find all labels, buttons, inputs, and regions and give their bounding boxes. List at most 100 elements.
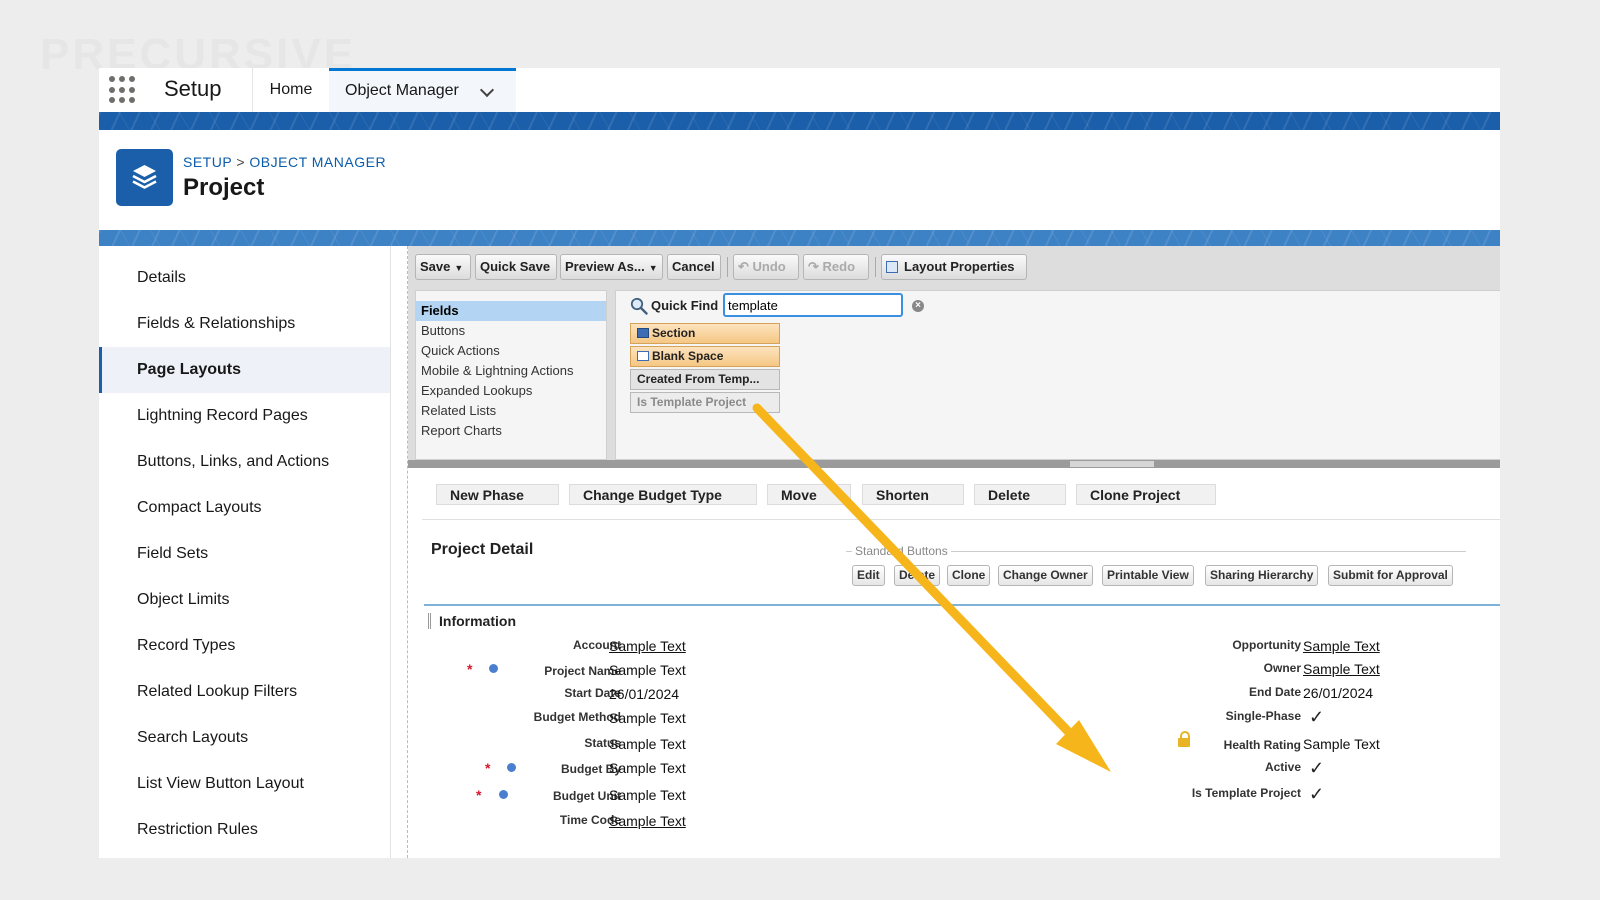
breadcrumb-object-manager[interactable]: OBJECT MANAGER (249, 154, 386, 170)
quick-find-input[interactable] (723, 293, 903, 317)
palette-category-report-charts[interactable]: Report Charts (416, 421, 606, 441)
custom-button-clone-project[interactable]: Clone Project (1076, 484, 1216, 505)
tab-object-manager[interactable]: Object Manager (329, 68, 516, 112)
field-value-budget-method[interactable]: Sample Text (609, 710, 686, 726)
clear-search-icon[interactable]: × (912, 300, 924, 312)
field-value-start-date[interactable]: 26/01/2024 (609, 686, 679, 702)
quick-save-button[interactable]: Quick Save (475, 254, 557, 280)
standard-button-edit[interactable]: Edit (852, 565, 885, 586)
page-layout-editor: Save ▼ Quick Save Preview As... ▼ Cancel ↶… (407, 246, 1500, 858)
palette-tile-section[interactable]: Section (630, 323, 780, 344)
custom-button-move[interactable]: Move (767, 484, 851, 505)
sidebar-item-fields-relationships[interactable]: Fields & Relationships (99, 301, 390, 347)
sidebar-item-details[interactable]: Details (99, 255, 390, 301)
custom-button-change-budget-type[interactable]: Change Budget Type (569, 484, 757, 505)
field-value-opportunity[interactable]: Sample Text (1303, 638, 1380, 654)
field-label-health-rating: Health Rating (1223, 738, 1301, 752)
palette-category-mobile-lightning-actions[interactable]: Mobile & Lightning Actions (416, 361, 606, 381)
sidebar-item-lightning-record-pages[interactable]: Lightning Record Pages (99, 393, 390, 439)
field-value-budget-unit[interactable]: Sample Text (609, 787, 686, 803)
field-value-health-rating[interactable]: Sample Text (1303, 736, 1380, 752)
project-detail-title: Project Detail (431, 541, 534, 558)
field-label-owner: Owner (1263, 661, 1301, 675)
standard-buttons-label: Standard Buttons (852, 544, 951, 558)
app-name: Setup (164, 76, 222, 101)
standard-button-printable-view[interactable]: Printable View (1102, 565, 1194, 586)
layers-icon (116, 149, 173, 206)
palette-tile-created-from-template[interactable]: Created From Temp... (630, 369, 780, 390)
palette-category-fields[interactable]: Fields (416, 301, 606, 321)
standard-button-sharing-hierarchy[interactable]: Sharing Hierarchy (1205, 565, 1319, 586)
field-value-status[interactable]: Sample Text (609, 736, 686, 752)
toolbar-divider (875, 257, 876, 277)
palette-category-buttons[interactable]: Buttons (416, 321, 606, 341)
sidebar-item-restriction-rules[interactable]: Restriction Rules (99, 807, 390, 853)
redo-button[interactable]: ↷ Redo (803, 254, 869, 280)
standard-button-delete[interactable]: Delete (894, 565, 941, 586)
palette-items-area: Quick Find × Section Blank Space Created… (615, 290, 1500, 460)
custom-buttons-bar: New Phase Change Budget Type Move Shorte… (422, 468, 1500, 520)
tab-object-manager-label: Object Manager (345, 82, 459, 99)
field-value-end-date[interactable]: 26/01/2024 (1303, 685, 1373, 701)
content-decorative-band (99, 230, 1500, 246)
checkmark-icon[interactable]: ✓ (1309, 707, 1324, 728)
checkmark-icon[interactable]: ✓ (1309, 758, 1324, 779)
standard-button-clone[interactable]: Clone (947, 565, 991, 586)
custom-button-new-phase[interactable]: New Phase (436, 484, 559, 505)
header-decorative-band (99, 112, 1500, 130)
object-sidebar: Details Fields & Relationships Page Layo… (99, 246, 391, 858)
sidebar-item-list-view-button-layout[interactable]: List View Button Layout (99, 761, 390, 807)
blue-dot-icon (507, 763, 516, 772)
palette-category-quick-actions[interactable]: Quick Actions (416, 341, 606, 361)
preview-as-button[interactable]: Preview As... ▼ (560, 254, 663, 280)
layout-properties-label: Layout Properties (904, 259, 1015, 274)
field-value-account[interactable]: Sample Text (609, 638, 686, 654)
sidebar-item-related-lookup-filters[interactable]: Related Lookup Filters (99, 669, 390, 715)
sidebar-item-buttons-links-actions[interactable]: Buttons, Links, and Actions (99, 439, 390, 485)
breadcrumb: SETUP > OBJECT MANAGER (183, 154, 386, 170)
caret-down-icon: ▼ (454, 263, 464, 273)
chevron-down-icon[interactable] (479, 82, 495, 98)
sidebar-item-object-limits[interactable]: Object Limits (99, 577, 390, 623)
layout-properties-button[interactable]: Layout Properties (881, 254, 1027, 280)
palette-tile-is-template-project[interactable]: Is Template Project (630, 392, 780, 413)
standard-button-submit-for-approval[interactable]: Submit for Approval (1328, 565, 1453, 586)
custom-button-delete[interactable]: Delete (974, 484, 1066, 505)
palette-category-expanded-lookups[interactable]: Expanded Lookups (416, 381, 606, 401)
undo-icon: ↶ (738, 259, 749, 274)
palette-resize-handle[interactable] (408, 460, 1500, 468)
magnifier-icon (630, 297, 648, 315)
field-label-end-date: End Date (1248, 685, 1301, 699)
sidebar-item-search-layouts[interactable]: Search Layouts (99, 715, 390, 761)
quick-find-label: Quick Find (651, 298, 719, 313)
standard-buttons-group: Standard Buttons Edit Delete Clone Chang… (846, 544, 1466, 591)
checkmark-icon[interactable]: ✓ (1309, 784, 1324, 805)
field-label-active: Active (1264, 760, 1301, 774)
field-value-time-code[interactable]: Sample Text (609, 813, 686, 829)
undo-button[interactable]: ↶ Undo (733, 254, 799, 280)
field-value-budget-by[interactable]: Sample Text (609, 760, 686, 776)
collapse-arrow-icon[interactable] (1070, 461, 1154, 467)
blue-dot-icon (499, 790, 508, 799)
cancel-button[interactable]: Cancel (667, 254, 721, 280)
sidebar-item-compact-layouts[interactable]: Compact Layouts (99, 485, 390, 531)
field-label-is-template-project: Is Template Project (1191, 786, 1301, 800)
section-information-header[interactable]: Information (428, 613, 516, 629)
palette-tile-blank-space[interactable]: Blank Space (630, 346, 780, 367)
field-value-project-name[interactable]: Sample Text (609, 662, 686, 678)
blank-space-icon (637, 351, 649, 361)
breadcrumb-setup[interactable]: SETUP (183, 154, 232, 170)
standard-button-change-owner[interactable]: Change Owner (998, 565, 1093, 586)
field-label-opportunity: Opportunity (1232, 638, 1301, 652)
save-button[interactable]: Save ▼ (415, 254, 471, 280)
custom-button-shorten[interactable]: Shorten (862, 484, 964, 505)
field-label-budget-method: Budget Method (533, 710, 621, 724)
sidebar-item-record-types[interactable]: Record Types (99, 623, 390, 669)
app-launcher-icon[interactable] (109, 76, 137, 104)
sidebar-item-field-sets[interactable]: Field Sets (99, 531, 390, 577)
palette-category-related-lists[interactable]: Related Lists (416, 401, 606, 421)
field-value-owner[interactable]: Sample Text (1303, 661, 1380, 677)
sidebar-item-page-layouts[interactable]: Page Layouts (99, 347, 390, 393)
caret-down-icon: ▼ (648, 263, 658, 273)
tab-home[interactable]: Home (252, 68, 329, 112)
